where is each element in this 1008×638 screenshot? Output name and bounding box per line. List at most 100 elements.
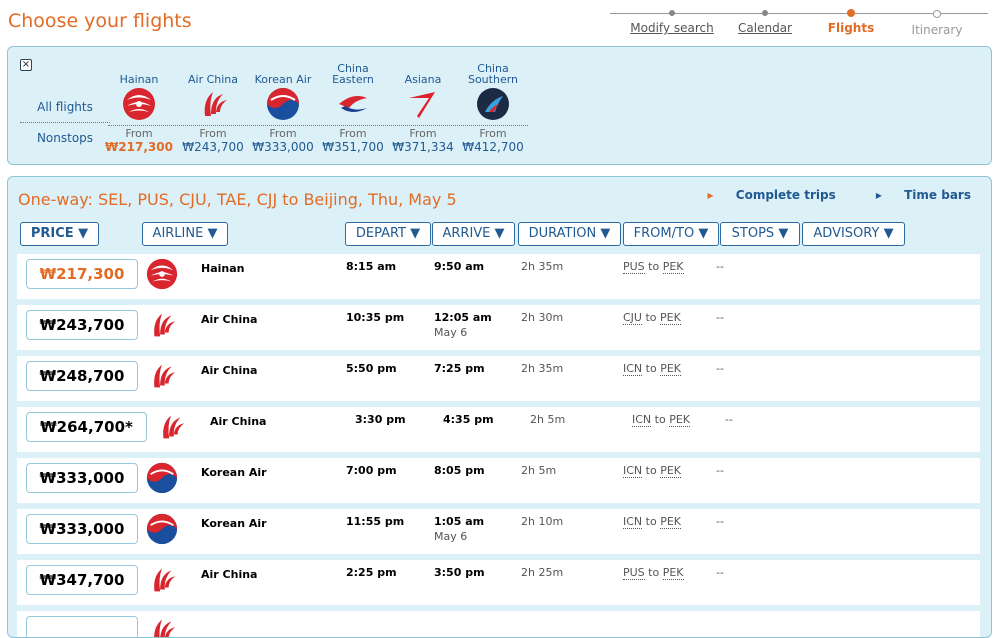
price-select-button[interactable]: ₩333,000 — [26, 463, 138, 493]
to-word: to — [645, 515, 657, 528]
sort-arrive-button[interactable]: ARRIVE ▼ — [432, 222, 515, 246]
airline-min-price[interactable]: ₩217,300 — [104, 140, 174, 154]
origin-airport[interactable]: PUS — [623, 260, 645, 274]
flight-row[interactable]: ₩333,000 Korean Air 7:00 pm 8:05 pm 2h 5m ICN… — [17, 458, 980, 503]
destination-airport[interactable]: PEK — [660, 311, 681, 325]
filter-airline-china-eastern[interactable]: China Eastern From ₩351,700 — [318, 57, 388, 154]
airline-name: Korean Air — [254, 73, 312, 86]
airline-min-price[interactable]: ₩333,000 — [248, 140, 318, 154]
to-word: to — [654, 413, 666, 426]
airline-min-price[interactable]: ₩412,700 — [458, 140, 528, 154]
step-label[interactable]: Calendar — [738, 21, 792, 35]
origin-airport[interactable]: PUS — [623, 566, 645, 580]
airline-name: China Southern — [467, 62, 519, 86]
complete-trips-label: Complete trips — [735, 188, 836, 202]
sort-stops-button[interactable]: STOPS ▼ — [720, 222, 800, 246]
time-bars-link[interactable]: ▸ Time bars — [858, 188, 971, 202]
advisory: -- — [725, 413, 733, 426]
from-to: CJU to PEK — [623, 311, 681, 325]
triangle-right-icon: ▸ — [875, 188, 882, 202]
filter-airline-korean-air[interactable]: Korean Air From ₩333,000 — [248, 57, 318, 154]
korean-air-logo-icon — [248, 85, 318, 123]
depart-time: 11:55 pm — [346, 515, 405, 528]
asiana-logo-icon — [388, 85, 458, 123]
price-select-button[interactable]: ₩264,700* — [26, 412, 147, 442]
destination-airport[interactable]: PEK — [662, 566, 684, 580]
advisory: -- — [716, 464, 724, 477]
airline-name: Korean Air — [201, 517, 267, 530]
from-label: From — [479, 127, 507, 140]
from-to: ICN to PEK — [623, 464, 681, 478]
close-icon[interactable]: × — [20, 59, 32, 71]
next-day-date: May 6 — [434, 326, 468, 339]
air-china-logo-icon — [154, 410, 188, 444]
triangle-right-icon: ▸ — [707, 188, 714, 202]
arrive-time-value: 3:50 pm — [434, 566, 485, 579]
destination-airport[interactable]: PEK — [669, 413, 690, 427]
sort-advisory-button[interactable]: ADVISORY ▼ — [802, 222, 905, 246]
origin-airport[interactable]: ICN — [623, 515, 643, 529]
flight-row[interactable]: ₩248,700 Air China 5:50 pm 7:25 pm 2h 35m ICN… — [17, 356, 980, 401]
from-to: ICN to PEK — [623, 515, 681, 529]
origin-airport[interactable]: ICN — [623, 464, 643, 478]
airline-name: Air China — [201, 313, 258, 326]
origin-airport[interactable]: ICN — [623, 362, 643, 376]
duration: 2h 5m — [521, 464, 557, 477]
all-flights-link[interactable]: All flights — [20, 92, 110, 122]
complete-trips-link[interactable]: ▸ Complete trips — [690, 188, 836, 202]
step-label[interactable]: Modify search — [630, 21, 713, 35]
price-select-button[interactable] — [26, 616, 138, 637]
destination-airport[interactable]: PEK — [660, 362, 681, 376]
nonstops-link[interactable]: Nonstops — [20, 123, 110, 153]
flight-row[interactable]: ₩347,700 Air China 2:25 pm 3:50 pm 2h 25m PUS… — [17, 560, 980, 605]
from-label: From — [269, 127, 297, 140]
stop-filter-links: All flights Nonstops — [20, 92, 110, 153]
filter-airline-hainan[interactable]: Hainan From ₩217,300 — [104, 57, 174, 154]
filter-airline-china-southern[interactable]: China Southern From ₩412,700 — [458, 57, 528, 154]
step-dot-icon — [847, 9, 855, 17]
sort-price-button[interactable]: PRICE ▼ — [20, 222, 99, 246]
origin-airport[interactable]: CJU — [623, 311, 642, 325]
filter-airline-air-china[interactable]: Air China From ₩243,700 — [178, 57, 248, 154]
step-dot-icon — [762, 10, 768, 16]
step-dot-icon — [669, 10, 675, 16]
origin-airport[interactable]: ICN — [632, 413, 652, 427]
airline-name: Hainan — [201, 262, 245, 275]
flight-row[interactable] — [17, 611, 980, 637]
sort-airline-button[interactable]: AIRLINE ▼ — [142, 222, 228, 246]
sort-duration-button[interactable]: DURATION ▼ — [518, 222, 621, 246]
flight-row[interactable]: ₩264,700* Air China 3:30 pm 4:35 pm 2h 5m ICN… — [17, 407, 980, 452]
sort-depart-button[interactable]: DEPART ▼ — [345, 222, 431, 246]
sort-fromto-button[interactable]: FROM/TO ▼ — [623, 222, 719, 246]
step-itinerary: Itinerary — [887, 8, 987, 37]
destination-airport[interactable]: PEK — [662, 260, 684, 274]
airline-min-price[interactable]: ₩371,334 — [388, 140, 458, 154]
price-select-button[interactable]: ₩243,700 — [26, 310, 138, 340]
airline-name: Korean Air — [201, 466, 267, 479]
airline-min-price[interactable]: ₩243,700 — [178, 140, 248, 154]
depart-time: 2:25 pm — [346, 566, 397, 579]
flight-row[interactable]: ₩217,300 Hainan 8:15 am 9:50 am 2h 35m PUS to… — [17, 254, 980, 299]
airline-min-price[interactable]: ₩351,700 — [318, 140, 388, 154]
depart-time: 7:00 pm — [346, 464, 397, 477]
price-select-button[interactable]: ₩217,300 — [26, 259, 138, 289]
price-select-button[interactable]: ₩347,700 — [26, 565, 138, 595]
price-select-button[interactable]: ₩333,000 — [26, 514, 138, 544]
step-calendar[interactable]: Calendar — [715, 8, 815, 35]
price-select-button[interactable]: ₩248,700 — [26, 361, 138, 391]
filter-airline-asiana[interactable]: Asiana From ₩371,334 — [388, 57, 458, 154]
step-modify-search[interactable]: Modify search — [622, 8, 722, 35]
airline-name: Hainan — [119, 73, 159, 86]
step-dot-icon — [933, 10, 941, 18]
flight-row[interactable]: ₩333,000 Korean Air 11:55 pm 1:05 am May 6 2h… — [17, 509, 980, 554]
hainan-logo-icon — [104, 85, 174, 123]
from-to: ICN to PEK — [632, 413, 690, 427]
from-to: PUS to PEK — [623, 260, 684, 274]
flight-row[interactable]: ₩243,700 Air China 10:35 pm 12:05 am May 6 2h… — [17, 305, 980, 350]
arrive-time: 8:05 pm — [434, 464, 485, 479]
destination-airport[interactable]: PEK — [660, 515, 681, 529]
to-word: to — [645, 362, 657, 375]
hainan-logo-icon — [145, 257, 179, 291]
destination-airport[interactable]: PEK — [660, 464, 681, 478]
depart-time: 5:50 pm — [346, 362, 397, 375]
